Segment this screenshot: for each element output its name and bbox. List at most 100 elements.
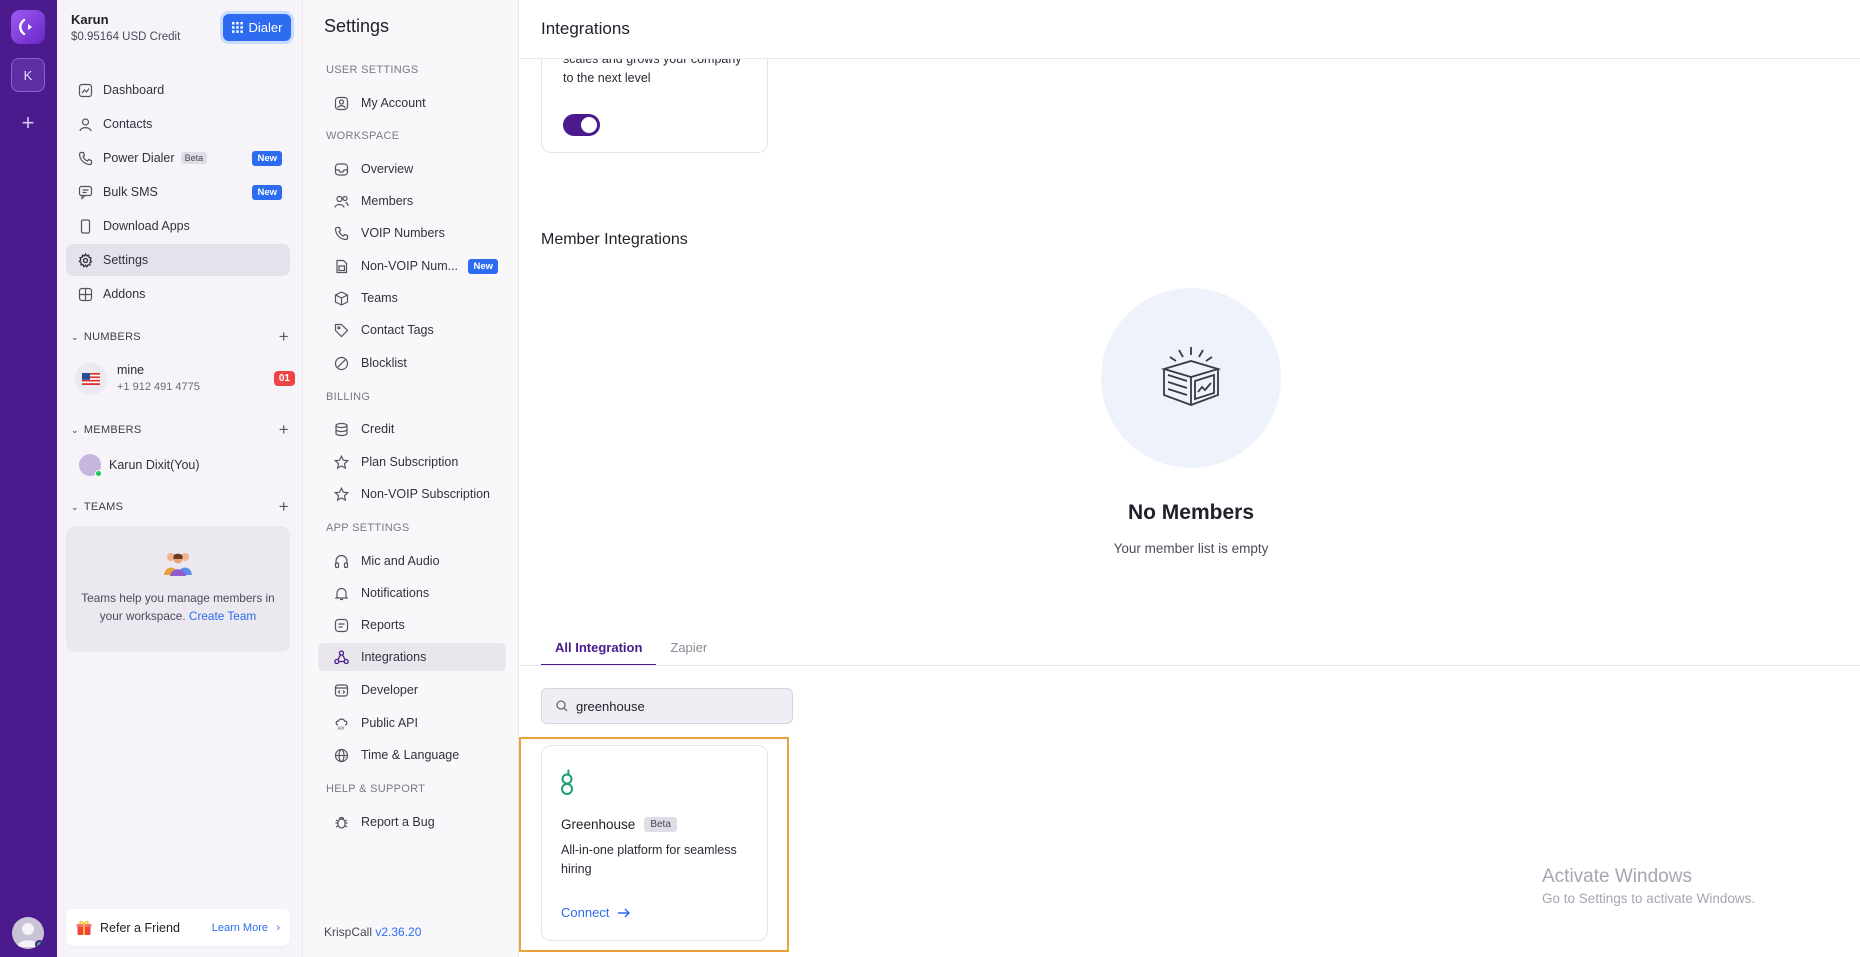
refer-a-friend-card[interactable]: Refer a Friend Learn More ›: [66, 909, 290, 946]
settings-my-account[interactable]: My Account: [318, 89, 506, 117]
nav-label: Dashboard: [103, 83, 165, 97]
settings-reports[interactable]: Reports: [318, 611, 506, 639]
help-support-heading: HELP & SUPPORT: [326, 783, 426, 795]
bell-icon: [333, 585, 349, 601]
phone-icon: [77, 150, 93, 166]
database-icon: [333, 421, 349, 437]
workspace-switcher[interactable]: K: [11, 58, 45, 92]
settings-plan-subscription[interactable]: Plan Subscription: [318, 448, 506, 476]
cube-icon: [333, 290, 349, 306]
tag-icon: [333, 322, 349, 338]
member-item[interactable]: Karun Dixit(You): [79, 453, 289, 477]
mobile-icon: [77, 218, 93, 234]
main-nav: Dashboard Contacts Power Dialer Beta New…: [66, 74, 290, 312]
tabs-divider: [519, 665, 1860, 666]
nav-dashboard[interactable]: Dashboard: [66, 74, 290, 106]
beta-badge: Beta: [644, 817, 677, 832]
empty-state-title: No Members: [1127, 501, 1255, 524]
learn-more-link[interactable]: Learn More: [212, 922, 268, 934]
add-member-icon[interactable]: +: [279, 420, 289, 440]
nav-label: Addons: [103, 287, 146, 301]
user-avatar[interactable]: [12, 917, 44, 949]
search-input[interactable]: [576, 698, 776, 714]
arrow-right-icon: [618, 907, 631, 918]
settings-overview[interactable]: Overview: [318, 155, 506, 183]
toggle-knob: [581, 117, 597, 133]
account-credit: $0.95164 USD Credit: [71, 31, 181, 43]
headphones-icon: [333, 553, 349, 569]
chevron-down-icon: ⌄: [71, 501, 79, 512]
settings-time-and-language[interactable]: Time & Language: [318, 741, 506, 769]
settings-item-label: Notifications: [361, 586, 430, 600]
settings-item-label: Developer: [361, 683, 418, 697]
block-icon: [333, 355, 349, 371]
settings-item-label: Contact Tags: [361, 323, 434, 337]
nav-label: Download Apps: [103, 219, 190, 233]
add-workspace-icon[interactable]: +: [17, 112, 39, 134]
workspace-heading: WORKSPACE: [326, 130, 400, 142]
settings-integrations[interactable]: Integrations: [318, 643, 506, 671]
settings-credit[interactable]: Credit: [318, 415, 506, 443]
dialer-label: Dialer: [248, 20, 283, 35]
settings-blocklist[interactable]: Blocklist: [318, 349, 506, 377]
greenhouse-integration-card[interactable]: Greenhouse Beta All-in-one platform for …: [541, 745, 768, 941]
nav-addons[interactable]: Addons: [66, 278, 290, 310]
teams-section-header[interactable]: ⌄ TEAMS +: [71, 497, 289, 517]
tab-zapier[interactable]: Zapier: [656, 632, 721, 666]
dialer-button[interactable]: Dialer: [223, 14, 291, 41]
watermark-subtitle: Go to Settings to activate Windows.: [1542, 891, 1756, 906]
settings-non-voip-subscription[interactable]: Non-VOIP Subscription: [318, 480, 506, 508]
krispcall-logo[interactable]: [11, 10, 45, 44]
settings-non-voip-numbers[interactable]: Non-VOIP Num... New: [318, 252, 506, 280]
settings-public-api[interactable]: API Public API: [318, 709, 506, 737]
search-box[interactable]: [541, 688, 793, 724]
settings-developer[interactable]: Developer: [318, 676, 506, 704]
connect-button[interactable]: Connect: [561, 905, 631, 920]
gift-icon: [76, 920, 92, 935]
settings-report-a-bug[interactable]: Report a Bug: [318, 808, 506, 836]
tab-all-integration[interactable]: All Integration: [541, 632, 657, 666]
search-icon: [556, 700, 568, 712]
main-header: Integrations: [519, 0, 1860, 58]
nav-bulk-sms[interactable]: Bulk SMS New: [66, 176, 290, 208]
add-team-icon[interactable]: +: [279, 497, 289, 517]
create-team-link[interactable]: Create Team: [189, 609, 256, 623]
connect-label: Connect: [561, 905, 610, 920]
integration-toggle[interactable]: [563, 114, 600, 136]
settings-item-label: Mic and Audio: [361, 554, 440, 568]
section-label: NUMBERS: [83, 331, 141, 343]
settings-members[interactable]: Members: [318, 187, 506, 215]
settings-item-label: Report a Bug: [361, 815, 435, 829]
settings-item-label: My Account: [361, 96, 426, 110]
settings-contact-tags[interactable]: Contact Tags: [318, 316, 506, 344]
settings-mic-and-audio[interactable]: Mic and Audio: [318, 547, 506, 575]
nav-settings[interactable]: Settings: [66, 244, 290, 276]
numbers-section-header[interactable]: ⌄ NUMBERS +: [71, 327, 289, 347]
beta-badge: Beta: [180, 152, 208, 164]
user-settings-heading: USER SETTINGS: [326, 64, 419, 76]
main-content: scales and grows your company to the nex…: [519, 0, 1860, 957]
app-name: KrispCall: [324, 925, 373, 939]
app-settings-heading: APP SETTINGS: [326, 522, 410, 534]
gear-icon: [77, 252, 93, 268]
grid-icon: [231, 22, 243, 33]
nav-download-apps[interactable]: Download Apps: [66, 210, 290, 242]
api-icon: API: [333, 715, 349, 731]
settings-voip-numbers[interactable]: VOIP Numbers: [318, 219, 506, 247]
addons-icon: [77, 286, 93, 302]
number-item[interactable]: mine +1 912 491 4775 01: [75, 361, 297, 397]
settings-notifications[interactable]: Notifications: [318, 579, 506, 607]
settings-teams[interactable]: Teams: [318, 284, 506, 312]
unread-count-badge: 01: [273, 371, 295, 386]
members-section-header[interactable]: ⌄ MEMBERS +: [71, 420, 289, 440]
integration-name: Greenhouse: [561, 817, 636, 832]
watermark-title: Activate Windows: [1542, 866, 1692, 887]
settings-item-label: Members: [361, 194, 414, 208]
empty-box-icon: [1160, 347, 1222, 406]
add-number-icon[interactable]: +: [279, 327, 289, 347]
settings-item-label: Overview: [361, 162, 414, 176]
bug-icon: [333, 814, 349, 830]
nav-label: Bulk SMS: [103, 185, 158, 199]
nav-contacts[interactable]: Contacts: [66, 108, 290, 140]
nav-power-dialer[interactable]: Power Dialer Beta New: [66, 142, 290, 174]
